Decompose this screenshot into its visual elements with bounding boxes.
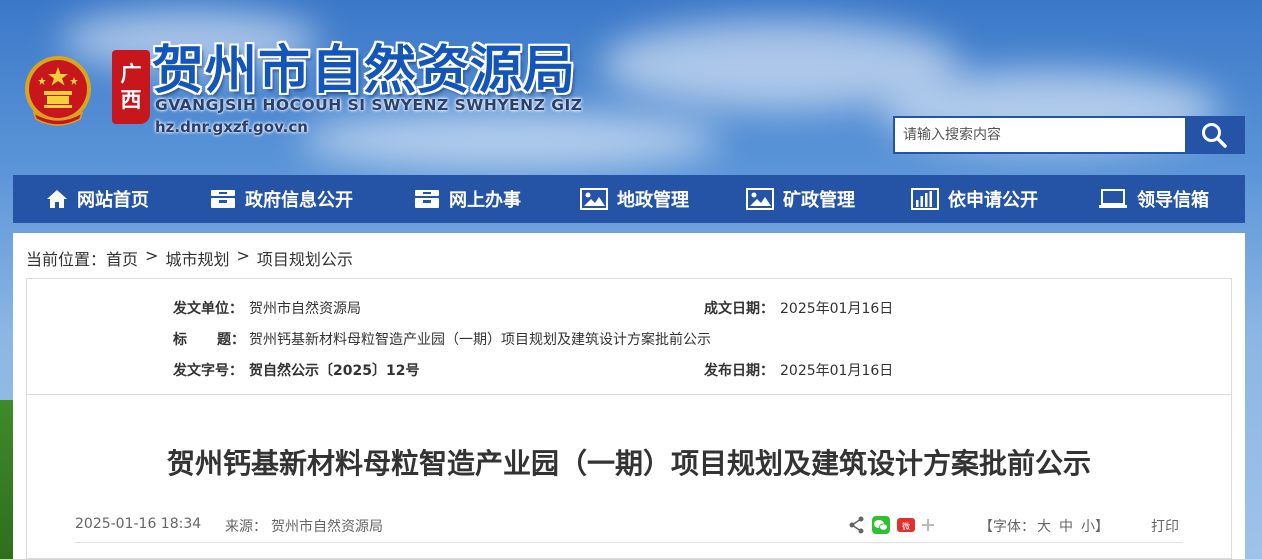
breadcrumb-home[interactable]: 首页 bbox=[106, 246, 138, 270]
breadcrumb-prefix: 当前位置： bbox=[26, 250, 107, 269]
seal-char-1: 广 bbox=[120, 62, 142, 86]
written-date-value: 2025年01月16日 bbox=[780, 301, 894, 317]
search-button[interactable] bbox=[1185, 118, 1243, 152]
issuer-label: 发文单位： bbox=[173, 301, 243, 317]
publish-date-label: 发布日期： bbox=[704, 363, 774, 379]
breadcrumb-separator: > bbox=[145, 246, 159, 265]
wechat-icon[interactable] bbox=[872, 516, 890, 538]
search-icon bbox=[1202, 123, 1227, 148]
site-title: 贺州市自然资源局 bbox=[152, 41, 577, 101]
article-title: 贺州钙基新材料母粒智造产业园（一期）项目规划及建筑设计方案批前公示 bbox=[166, 447, 1091, 480]
site-domain: hz.dnr.gxzf.gov.cn bbox=[155, 118, 308, 136]
print-button[interactable]: 打印 bbox=[1151, 516, 1179, 536]
share-icon[interactable] bbox=[849, 516, 865, 538]
nav-label: 依申请公开 bbox=[948, 190, 1038, 211]
article-datetime: 2025-01-16 18:34 bbox=[75, 516, 202, 532]
main-nav: 网站首页 政府信息公开 网上办事 地政管理 矿政管理 依申请公开 领导信箱 bbox=[13, 175, 1245, 223]
nav-item-gov-info[interactable]: 政府信息公开 bbox=[210, 175, 353, 223]
bar-chart-icon bbox=[911, 188, 939, 210]
nav-item-leader-mailbox[interactable]: 领导信箱 bbox=[1098, 175, 1209, 223]
title-value: 贺州钙基新材料母粒智造产业园（一期）项目规划及建筑设计方案批前公示 bbox=[249, 332, 711, 348]
breadcrumb-separator: > bbox=[236, 246, 250, 265]
nav-label: 政府信息公开 bbox=[245, 190, 353, 211]
source-value: 贺州市自然资源局 bbox=[271, 519, 383, 535]
font-size-label-close: 】 bbox=[1095, 519, 1109, 535]
image-icon bbox=[746, 188, 774, 210]
article: 贺州钙基新材料母粒智造产业园（一期）项目规划及建筑设计方案批前公示 2025-0… bbox=[26, 395, 1232, 559]
content-panel: 当前位置： 首页 > 城市规划 > 项目规划公示 发文单位： 贺州市自然资源局 … bbox=[13, 233, 1245, 559]
font-size-small[interactable]: 小 bbox=[1081, 516, 1095, 536]
issuer-value: 贺州市自然资源局 bbox=[249, 301, 361, 317]
search-input[interactable] bbox=[895, 118, 1185, 152]
nav-label: 网站首页 bbox=[77, 190, 149, 211]
nav-label: 领导信箱 bbox=[1137, 190, 1209, 211]
national-emblem-icon bbox=[25, 56, 91, 126]
font-size-large[interactable]: 大 bbox=[1037, 516, 1051, 536]
seal-char-2: 西 bbox=[120, 88, 142, 112]
font-size-label-open: 【字体： bbox=[979, 519, 1035, 535]
title-label-1: 标 bbox=[173, 332, 187, 348]
nav-item-mining-admin[interactable]: 矿政管理 bbox=[746, 175, 855, 223]
written-date-label: 成文日期： bbox=[704, 301, 774, 317]
guangxi-seal: 广 西 bbox=[112, 50, 150, 124]
title-label-2: 题： bbox=[217, 332, 245, 348]
breadcrumb-city-planning[interactable]: 城市规划 bbox=[165, 246, 229, 270]
nav-item-land-admin[interactable]: 地政管理 bbox=[580, 175, 689, 223]
image-icon bbox=[580, 188, 608, 210]
cloud-decoration bbox=[300, 110, 720, 170]
nav-label: 矿政管理 bbox=[783, 190, 855, 211]
font-size-medium[interactable]: 中 bbox=[1059, 516, 1073, 536]
archive-icon bbox=[415, 190, 439, 208]
docno-value: 贺自然公示〔2025〕12号 bbox=[249, 363, 420, 379]
publish-date-value: 2025年01月16日 bbox=[780, 363, 894, 379]
document-meta: 发文单位： 贺州市自然资源局 成文日期： 2025年01月16日 标 题： 贺州… bbox=[26, 278, 1232, 395]
nav-label: 网上办事 bbox=[449, 190, 521, 211]
home-icon bbox=[47, 190, 67, 208]
nav-label: 地政管理 bbox=[617, 190, 689, 211]
nav-item-home[interactable]: 网站首页 bbox=[46, 175, 149, 223]
article-info-row: 2025-01-16 18:34 来源： 贺州市自然资源局 微 【字体： 大 中… bbox=[75, 508, 1183, 543]
docno-label: 发文字号： bbox=[173, 363, 243, 379]
site-subtitle: GVANGJSIH HOCOUH SI SWYENZ SWHYENZ GIZ bbox=[155, 96, 583, 114]
archive-icon bbox=[211, 190, 235, 208]
source-label: 来源： bbox=[225, 519, 267, 535]
breadcrumb-project-notice[interactable]: 项目规划公示 bbox=[257, 246, 353, 270]
laptop-icon bbox=[1099, 189, 1127, 208]
weibo-icon[interactable]: 微 bbox=[897, 516, 915, 538]
weibo-label: 微 bbox=[902, 521, 910, 531]
nav-item-apply-disclosure[interactable]: 依申请公开 bbox=[911, 175, 1038, 223]
more-share-icon[interactable] bbox=[921, 516, 935, 538]
foliage-decoration bbox=[0, 400, 14, 559]
search-box bbox=[893, 116, 1245, 154]
breadcrumb: 当前位置： 首页 > 城市规划 > 项目规划公示 bbox=[26, 246, 353, 270]
nav-item-online-service[interactable]: 网上办事 bbox=[414, 175, 521, 223]
